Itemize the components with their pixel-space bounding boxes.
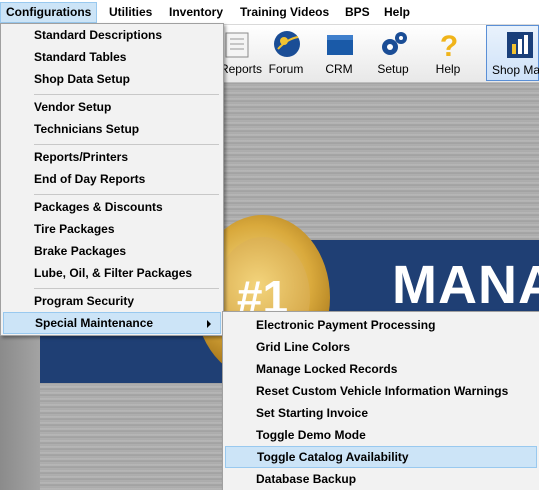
menu-training-videos[interactable]: Training Videos xyxy=(235,2,334,23)
svg-text:?: ? xyxy=(440,30,458,59)
menu-item-set-starting-invoice[interactable]: Set Starting Invoice xyxy=(225,402,537,424)
forum-label: Forum xyxy=(268,62,304,76)
menu-item-reports-printers[interactable]: Reports/Printers xyxy=(3,146,221,168)
menu-item-program-security[interactable]: Program Security xyxy=(3,290,221,312)
menu-item-toggle-demo-mode[interactable]: Toggle Demo Mode xyxy=(225,424,537,446)
menu-item-packages-discounts[interactable]: Packages & Discounts xyxy=(3,196,221,218)
menu-bps[interactable]: BPS xyxy=(340,2,375,23)
banner-text: MANA xyxy=(392,255,539,315)
gear-icon xyxy=(382,32,407,55)
menu-item-database-backup[interactable]: Database Backup xyxy=(225,468,537,490)
menu-item-shop-data-setup[interactable]: Shop Data Setup xyxy=(3,68,221,90)
crm-icon xyxy=(327,35,353,55)
question-mark-icon: ? xyxy=(440,30,458,59)
globe-icon xyxy=(274,31,300,57)
menu-item-electronic-payment-processing[interactable]: Electronic Payment Processing xyxy=(225,314,537,336)
menubar: Configurations Utilities Inventory Train… xyxy=(0,0,539,25)
crm-button[interactable]: CRM xyxy=(311,25,367,81)
menu-item-label: Special Maintenance xyxy=(35,316,154,330)
menu-item-tire-packages[interactable]: Tire Packages xyxy=(3,218,221,240)
help-label: Help xyxy=(435,62,461,76)
menu-inventory[interactable]: Inventory xyxy=(164,2,228,23)
crm-label: CRM xyxy=(325,62,353,76)
menu-item-end-of-day-reports[interactable]: End of Day Reports xyxy=(3,168,221,190)
menu-item-standard-descriptions[interactable]: Standard Descriptions xyxy=(3,24,221,46)
menu-configurations[interactable]: Configurations xyxy=(0,2,98,23)
menu-item-manage-locked-records[interactable]: Manage Locked Records xyxy=(225,358,537,380)
menu-item-special-maintenance[interactable]: Special Maintenance xyxy=(3,312,221,334)
menu-separator xyxy=(34,288,219,289)
shop-manager-label: Shop Ma xyxy=(492,63,539,77)
menu-item-brake-packages[interactable]: Brake Packages xyxy=(3,240,221,262)
setup-label: Setup xyxy=(377,62,409,76)
menu-item-lube-oil-filter-packages[interactable]: Lube, Oil, & Filter Packages xyxy=(3,262,221,284)
menu-item-standard-tables[interactable]: Standard Tables xyxy=(3,46,221,68)
menu-item-grid-line-colors[interactable]: Grid Line Colors xyxy=(225,336,537,358)
help-button[interactable]: ? Help xyxy=(420,25,476,81)
menu-item-technicians-setup[interactable]: Technicians Setup xyxy=(3,118,221,140)
setup-button[interactable]: Setup xyxy=(365,25,421,81)
menu-separator xyxy=(34,144,219,145)
menu-item-reset-custom-vehicle-warnings[interactable]: Reset Custom Vehicle Information Warning… xyxy=(225,380,537,402)
menu-help[interactable]: Help xyxy=(379,2,415,23)
menu-separator xyxy=(34,94,219,95)
reports-icon xyxy=(225,32,249,58)
menu-item-vendor-setup[interactable]: Vendor Setup xyxy=(3,96,221,118)
special-maintenance-submenu: Electronic Payment Processing Grid Line … xyxy=(222,311,539,490)
menu-separator xyxy=(34,194,219,195)
shop-manager-icon xyxy=(507,32,533,58)
forum-button[interactable]: Forum xyxy=(258,25,314,81)
menu-utilities[interactable]: Utilities xyxy=(104,2,157,23)
configurations-menu: Standard Descriptions Standard Tables Sh… xyxy=(0,23,224,336)
menu-item-toggle-catalog-availability[interactable]: Toggle Catalog Availability xyxy=(225,446,537,468)
submenu-arrow-icon xyxy=(207,320,211,328)
shop-manager-button[interactable]: Shop Ma xyxy=(486,25,539,81)
